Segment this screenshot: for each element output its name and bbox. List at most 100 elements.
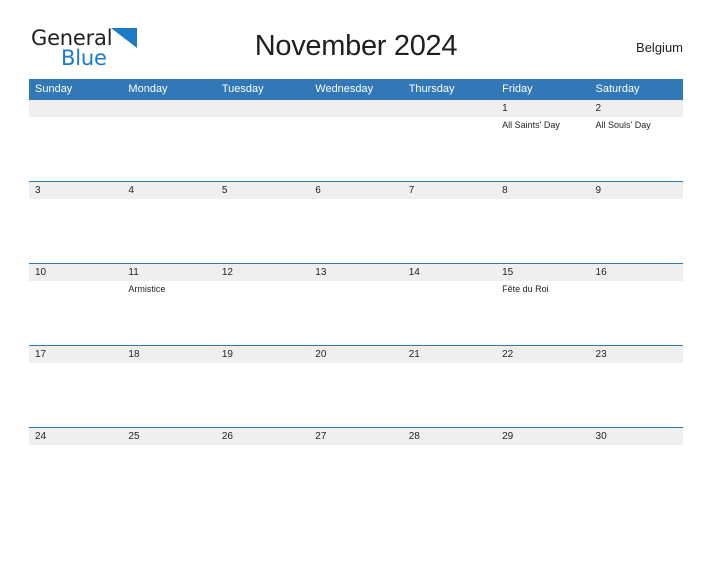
day-cell[interactable]: 19 (215, 345, 310, 428)
day-event (216, 363, 309, 366)
day-event: Fête du Roi (502, 284, 549, 294)
day-cell[interactable]: 18 (122, 345, 216, 428)
day-cell[interactable]: 21 (402, 345, 497, 428)
day-cell[interactable]: 16 (589, 263, 683, 346)
day-number: 7 (402, 182, 497, 199)
day-event (216, 117, 309, 120)
day-event (216, 445, 309, 448)
day-cell[interactable]: 13 (309, 263, 403, 346)
day-event (496, 363, 589, 366)
week-row: 17 18 19 20 21 22 23 (29, 345, 683, 428)
day-cell[interactable]: 17 (29, 345, 123, 428)
day-cell[interactable]: 25 (122, 427, 216, 509)
region-label: Belgium (636, 40, 683, 55)
weekday-header-sunday: Sunday (29, 79, 123, 100)
day-cell[interactable] (309, 100, 403, 182)
day-event (29, 445, 122, 448)
day-event (309, 199, 402, 202)
day-number (29, 100, 123, 117)
day-number: 19 (215, 346, 310, 363)
day-number: 9 (589, 182, 683, 199)
day-number: 26 (215, 428, 310, 445)
day-event (29, 117, 122, 120)
day-number: 10 (29, 264, 123, 281)
day-number: 28 (402, 428, 497, 445)
day-event (122, 117, 215, 120)
day-number: 18 (122, 346, 216, 363)
day-number: 13 (309, 264, 403, 281)
day-number: 3 (29, 182, 123, 199)
day-number: 8 (496, 182, 590, 199)
day-cell[interactable]: 6 (309, 181, 403, 264)
day-event (29, 199, 122, 202)
day-event (403, 199, 496, 202)
weekday-header-thursday: Thursday (402, 79, 497, 100)
day-number: 27 (309, 428, 403, 445)
day-event (309, 363, 402, 366)
day-event (122, 445, 215, 448)
day-cell[interactable]: 23 (589, 345, 683, 428)
day-event: All Souls' Day (595, 120, 651, 130)
day-event (590, 363, 683, 366)
day-cell[interactable]: 24 (29, 427, 123, 509)
day-event (403, 281, 496, 284)
day-event (309, 445, 402, 448)
day-event (496, 445, 589, 448)
day-cell[interactable]: 27 (309, 427, 403, 509)
day-cell[interactable] (402, 100, 497, 182)
week-row: 1 All Saints' Day 2 All Souls' Day (29, 100, 683, 182)
week-row: 24 25 26 27 28 29 30 (29, 427, 683, 509)
day-cell[interactable]: 10 (29, 263, 123, 346)
day-cell[interactable]: 2 All Souls' Day (589, 100, 683, 182)
day-event: All Saints' Day (502, 120, 560, 130)
day-event (590, 199, 683, 202)
day-number: 22 (496, 346, 590, 363)
day-event (496, 199, 589, 202)
day-event (309, 281, 402, 284)
day-cell[interactable]: 7 (402, 181, 497, 264)
day-cell[interactable]: 29 (496, 427, 590, 509)
day-event (122, 199, 215, 202)
page-title: November 2024 (254, 30, 458, 62)
day-event (403, 363, 496, 366)
day-cell[interactable]: 26 (215, 427, 310, 509)
day-cell[interactable] (122, 100, 216, 182)
day-number: 4 (122, 182, 216, 199)
calendar-page: General Blue November 2024 Belgium Sunda… (0, 22, 712, 572)
day-number: 24 (29, 428, 123, 445)
day-cell[interactable]: 5 (215, 181, 310, 264)
day-number: 29 (496, 428, 590, 445)
day-cell[interactable]: 15 Fête du Roi (496, 263, 590, 346)
day-number: 2 (589, 100, 683, 117)
day-cell[interactable]: 3 (29, 181, 123, 264)
day-cell[interactable]: 14 (402, 263, 497, 346)
day-cell[interactable]: 20 (309, 345, 403, 428)
day-cell[interactable]: 11 Armistice (122, 263, 216, 346)
weekday-header-tuesday: Tuesday (215, 79, 310, 100)
day-number (309, 100, 403, 117)
day-cell[interactable]: 22 (496, 345, 590, 428)
day-cell[interactable]: 30 (589, 427, 683, 509)
day-cell[interactable] (29, 100, 123, 182)
day-event (403, 117, 496, 120)
week-row: 10 11 Armistice 12 13 14 15 Fête du Roi 16 (29, 263, 683, 346)
day-cell[interactable]: 9 (589, 181, 683, 264)
day-number: 21 (402, 346, 497, 363)
weekday-header-wednesday: Wednesday (309, 79, 403, 100)
weekday-header-friday: Friday (496, 79, 590, 100)
day-cell[interactable]: 4 (122, 181, 216, 264)
day-event: Armistice (128, 284, 166, 294)
day-cell[interactable]: 8 (496, 181, 590, 264)
day-cell[interactable]: 12 (215, 263, 310, 346)
day-event (29, 363, 122, 366)
day-cell[interactable] (215, 100, 310, 182)
day-number: 5 (215, 182, 310, 199)
day-event (309, 117, 402, 120)
day-number (122, 100, 216, 117)
day-cell[interactable]: 1 All Saints' Day (496, 100, 590, 182)
day-number: 12 (215, 264, 310, 281)
day-cell[interactable]: 28 (402, 427, 497, 509)
day-number: 16 (589, 264, 683, 281)
day-number (215, 100, 310, 117)
day-number: 17 (29, 346, 123, 363)
